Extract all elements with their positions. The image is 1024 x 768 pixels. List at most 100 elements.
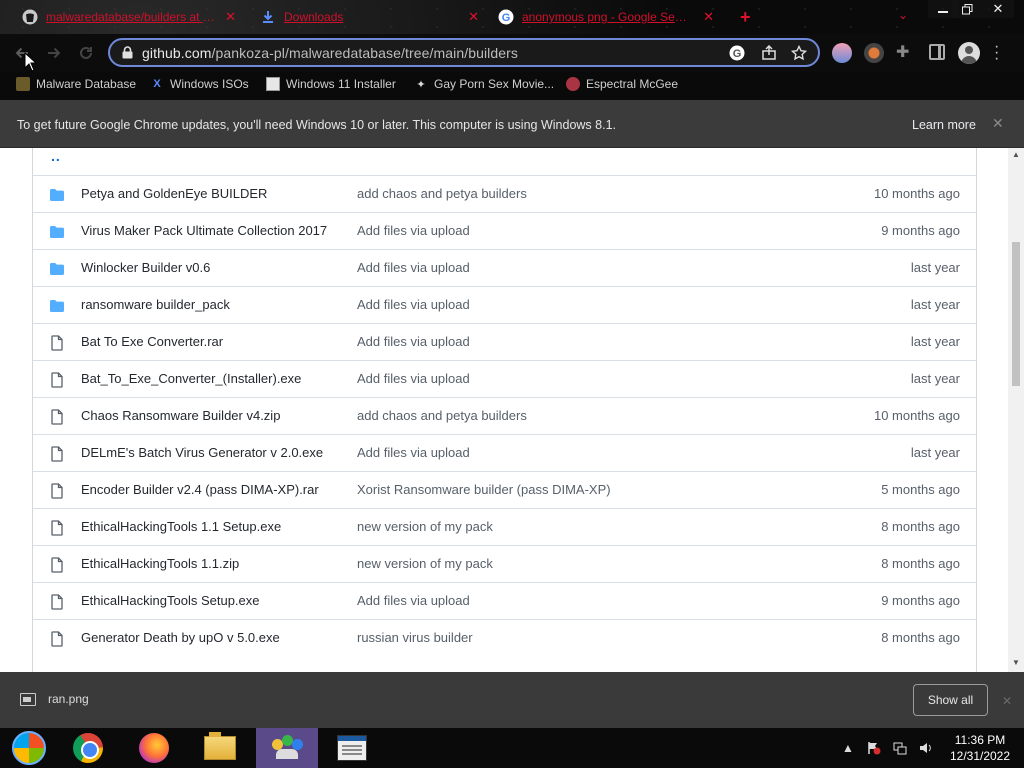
file-name-link[interactable]: EthicalHackingTools 1.1 Setup.exe: [81, 519, 281, 534]
menu-kebab-icon[interactable]: · · ·: [994, 39, 999, 67]
taskbar-people-app[interactable]: [256, 728, 318, 768]
folder-name-link[interactable]: Petya and GoldenEye BUILDER: [81, 186, 267, 201]
taskbar-clock[interactable]: 11:36 PM 12/31/2022: [944, 732, 1016, 764]
commit-message-link[interactable]: add chaos and petya builders: [357, 408, 527, 423]
bookmark-star-icon[interactable]: [790, 44, 808, 62]
extensions-puzzle-icon[interactable]: ✚: [896, 42, 916, 62]
commit-message-link[interactable]: add chaos and petya builders: [357, 186, 527, 201]
bookmark-windows-11-installer[interactable]: Windows 11 Installer: [266, 77, 396, 91]
network-icon[interactable]: [892, 740, 908, 756]
windows-taskbar: ▲ 11:36 PM 12/31/2022: [0, 728, 1024, 768]
infobar-close-icon[interactable]: ✕: [992, 115, 1004, 132]
google-lens-icon[interactable]: G: [728, 44, 746, 62]
file-name-link[interactable]: Bat_To_Exe_Converter_(Installer).exe: [81, 371, 301, 386]
parent-directory-link[interactable]: ..: [51, 148, 61, 164]
tab-github[interactable]: malwaredatabase/builders at mai ✕: [22, 6, 242, 28]
file-name-link[interactable]: EthicalHackingTools Setup.exe: [81, 593, 260, 608]
folder-row[interactable]: Virus Maker Pack Ultimate Collection 201…: [33, 212, 976, 249]
browser-toolbar: github.com/pankoza-pl/malwaredatabase/tr…: [0, 34, 1024, 72]
file-row[interactable]: Encoder Builder v2.4 (pass DIMA-XP).rar X…: [33, 471, 976, 508]
taskbar-app-window[interactable]: [322, 728, 382, 768]
bookmark-label: Espectral McGee: [586, 77, 679, 91]
taskbar-firefox[interactable]: [124, 728, 184, 768]
taskbar-chrome[interactable]: [58, 728, 118, 768]
file-name-link[interactable]: Bat To Exe Converter.rar: [81, 334, 223, 349]
bookmark-espectral-mcgee[interactable]: Espectral McGee: [566, 77, 678, 91]
reload-button[interactable]: [73, 40, 99, 66]
system-tray: ▲: [840, 728, 934, 768]
commit-message-link[interactable]: new version of my pack: [357, 519, 493, 534]
file-name-link[interactable]: Encoder Builder v2.4 (pass DIMA-XP).rar: [81, 482, 319, 497]
folder-icon: [49, 298, 65, 314]
new-tab-button[interactable]: +: [740, 7, 751, 28]
bookmark-malware-database[interactable]: Malware Database: [16, 77, 136, 91]
taskbar-file-explorer[interactable]: [190, 728, 250, 768]
commit-message-link[interactable]: Add files via upload: [357, 371, 470, 386]
bookmark-windows-isos[interactable]: X Windows ISOs: [150, 77, 248, 91]
file-row[interactable]: EthicalHackingTools 1.1.zip new version o…: [33, 545, 976, 582]
file-row[interactable]: Chaos Ransomware Builder v4.zip add chaos…: [33, 397, 976, 434]
tab-downloads[interactable]: Downloads ✕: [260, 6, 485, 28]
vertical-scrollbar[interactable]: ▲ ▼: [1008, 148, 1024, 672]
parent-directory-row[interactable]: ..: [33, 148, 976, 175]
scroll-up-arrow-icon[interactable]: ▲: [1012, 150, 1020, 159]
avatar-icon: [566, 77, 580, 91]
learn-more-link[interactable]: Learn more: [912, 118, 976, 132]
show-hidden-icons-chevron-icon[interactable]: ▲: [840, 740, 856, 756]
tab-search-chevron-icon[interactable]: ⌄: [898, 8, 908, 22]
scroll-down-arrow-icon[interactable]: ▼: [1012, 658, 1020, 667]
file-row[interactable]: DELmE's Batch Virus Generator v 2.0.exe A…: [33, 434, 976, 471]
commit-message-link[interactable]: Add files via upload: [357, 223, 470, 238]
tab-close-icon[interactable]: ✕: [703, 9, 714, 25]
tab-google-search[interactable]: G anonymous png - Google Search ✕: [498, 6, 720, 28]
image-file-icon: [20, 692, 36, 706]
commit-message-link[interactable]: russian virus builder: [357, 630, 473, 645]
tab-close-icon[interactable]: ✕: [225, 9, 236, 25]
folder-row[interactable]: Winlocker Builder v0.6 Add files via uplo…: [33, 249, 976, 286]
commit-date: 9 months ago: [881, 593, 960, 608]
close-window-button[interactable]: ✕: [982, 0, 1014, 18]
extension-icon[interactable]: [864, 43, 884, 63]
commit-message-link[interactable]: Add files via upload: [357, 297, 470, 312]
folder-name-link[interactable]: ransomware builder_pack: [81, 297, 230, 312]
file-name-link[interactable]: EthicalHackingTools 1.1.zip: [81, 556, 239, 571]
commit-message-link[interactable]: new version of my pack: [357, 556, 493, 571]
file-row[interactable]: Bat_To_Exe_Converter_(Installer).exe Add …: [33, 360, 976, 397]
tab-title: anonymous png - Google Search: [522, 10, 687, 24]
forward-button[interactable]: [41, 40, 67, 66]
file-row[interactable]: Bat To Exe Converter.rar Add files via up…: [33, 323, 976, 360]
scrollbar-thumb[interactable]: [1012, 242, 1020, 386]
folder-icon: [49, 224, 65, 240]
file-name-link[interactable]: Generator Death by upO v 5.0.exe: [81, 630, 280, 645]
start-button[interactable]: [2, 728, 56, 768]
file-row[interactable]: Generator Death by upO v 5.0.exe russian …: [33, 619, 976, 656]
file-row[interactable]: EthicalHackingTools Setup.exe Add files v…: [33, 582, 976, 619]
show-all-button[interactable]: Show all: [913, 684, 988, 716]
extension-icon[interactable]: [832, 43, 852, 63]
folder-name-link[interactable]: Virus Maker Pack Ultimate Collection 201…: [81, 223, 327, 238]
volume-icon[interactable]: [918, 740, 934, 756]
file-row[interactable]: EthicalHackingTools 1.1 Setup.exe new ver…: [33, 508, 976, 545]
bookmark-site[interactable]: ✦ Gay Porn Sex Movie...: [414, 77, 554, 91]
profile-avatar-icon[interactable]: [958, 42, 980, 64]
commit-message-link[interactable]: Add files via upload: [357, 260, 470, 275]
folder-row[interactable]: ransomware builder_pack Add files via upl…: [33, 286, 976, 323]
lock-icon[interactable]: [120, 46, 134, 59]
file-name-link[interactable]: DELmE's Batch Virus Generator v 2.0.exe: [81, 445, 323, 460]
tab-close-icon[interactable]: ✕: [468, 9, 479, 25]
commit-message-link[interactable]: Add files via upload: [357, 593, 470, 608]
download-item[interactable]: ran.png: [20, 692, 89, 706]
commit-message-link[interactable]: Add files via upload: [357, 334, 470, 349]
folder-row[interactable]: Petya and GoldenEye BUILDER add chaos and…: [33, 175, 976, 212]
file-name-link[interactable]: Chaos Ransomware Builder v4.zip: [81, 408, 280, 423]
commit-message-link[interactable]: Xorist Ransomware builder (pass DIMA-XP): [357, 482, 611, 497]
address-bar[interactable]: github.com/pankoza-pl/malwaredatabase/tr…: [108, 38, 820, 67]
folder-name-link[interactable]: Winlocker Builder v0.6: [81, 260, 210, 275]
download-shelf-close-icon[interactable]: ✕: [1002, 694, 1012, 708]
side-panel-icon[interactable]: [929, 44, 945, 60]
restore-button[interactable]: [952, 0, 982, 18]
commit-message-link[interactable]: Add files via upload: [357, 445, 470, 460]
action-center-flag-icon[interactable]: [866, 740, 882, 756]
file-icon: [49, 520, 65, 536]
share-icon[interactable]: [760, 44, 778, 62]
